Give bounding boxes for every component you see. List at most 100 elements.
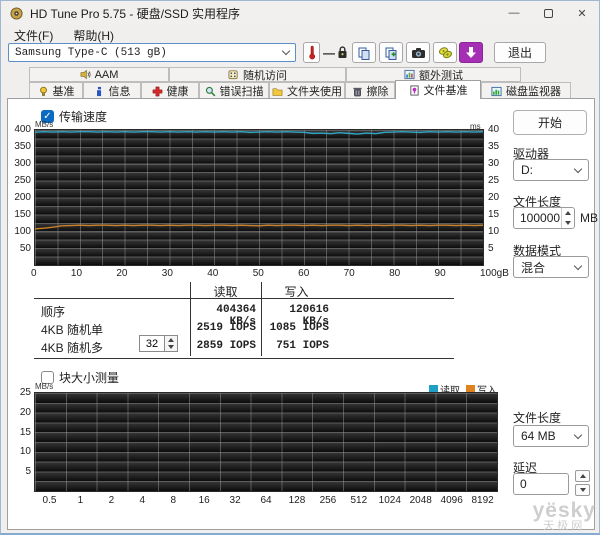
tab-health-label: 健康 (167, 83, 189, 99)
axis-tick: 15 (20, 427, 31, 438)
axis-tick: 0.5 (34, 495, 65, 506)
chart1-xticks: 0102030405060708090100gB (31, 268, 509, 279)
axis-tick: 50 (253, 268, 264, 279)
start-button[interactable]: 开始 (513, 110, 587, 135)
delay-spin-buttons (575, 470, 590, 496)
chart1-yticks-right: 403530252015105 (488, 124, 506, 254)
magnifier-icon (205, 86, 216, 97)
screenshot-button[interactable] (406, 42, 430, 63)
maximize-button[interactable] (531, 1, 565, 25)
table-divider-2 (261, 282, 262, 356)
axis-tick: 20 (116, 268, 127, 279)
arrow-down-icon (580, 488, 586, 492)
axis-tick: 25 (20, 387, 31, 398)
tab-error-scan[interactable]: 错误扫描 (199, 82, 269, 99)
tab-benchmark[interactable]: 基准 (29, 82, 83, 99)
tab-aam-label: AAM (95, 69, 119, 81)
disk-monitor-icon (491, 86, 502, 97)
close-button[interactable]: ✕ (565, 1, 599, 25)
exit-button[interactable]: 退出 (494, 42, 546, 63)
chevron-down-icon (282, 47, 290, 55)
chart2-yticks: 252015105 (7, 387, 31, 477)
minimize-button[interactable]: — (497, 1, 531, 25)
tab-info[interactable]: 信息 (83, 82, 141, 99)
table-bottom-rule (34, 358, 454, 359)
axis-tick: 40 (207, 268, 218, 279)
extra-test-icon (404, 69, 415, 80)
axis-tick: 20 (488, 192, 506, 203)
queue-depth-down-button[interactable] (165, 344, 177, 352)
drive-select[interactable]: D: (513, 159, 589, 181)
chevron-down-icon (574, 164, 582, 172)
tab-random-access[interactable]: 随机访问 (169, 67, 346, 82)
axis-tick: 2 (96, 495, 127, 506)
queue-depth-up-button[interactable] (165, 336, 177, 344)
axis-tick: 100gB (480, 268, 509, 279)
health-cross-icon (152, 86, 163, 97)
file-length2-select[interactable]: 64 MB (513, 425, 589, 447)
block-size-label: 块大小测量 (59, 369, 119, 386)
arrow-down-icon (168, 345, 174, 349)
file-length2-value: 64 MB (521, 429, 556, 443)
4kb-single-read-value: 2519 IOPS (192, 322, 256, 334)
delay-down-button[interactable] (575, 484, 590, 496)
file-length-down-button[interactable] (562, 218, 574, 228)
axis-tick: 2048 (405, 495, 436, 506)
4kb-multi-read-value: 2859 IOPS (192, 340, 256, 352)
copy-add-button[interactable] (379, 42, 403, 63)
block-size-chart (34, 392, 498, 492)
data-mode-select[interactable]: 混合 (513, 256, 589, 278)
menu-help[interactable]: 帮助(H) (70, 26, 117, 45)
dice-icon (228, 69, 239, 80)
disk-icon (438, 46, 453, 59)
tab-folder-usage[interactable]: 文件夹使用 (269, 82, 345, 99)
axis-tick: 16 (189, 495, 220, 506)
title-bar: HD Tune Pro 5.75 - 硬盘/SSD 实用程序 — ✕ (1, 1, 599, 25)
tab-aam[interactable]: AAM (29, 67, 169, 82)
temperature-button[interactable] (303, 42, 320, 63)
download-button[interactable] (459, 42, 483, 63)
thermometer-icon (308, 45, 316, 60)
axis-tick: 20 (20, 407, 31, 418)
file-length-up-button[interactable] (562, 208, 574, 218)
chevron-down-icon (574, 261, 582, 269)
menu-file[interactable]: 文件(F) (11, 26, 56, 45)
tab-disk-monitor[interactable]: 磁盘监视器 (481, 82, 571, 99)
axis-tick: 90 (435, 268, 446, 279)
drive-combobox[interactable]: Samsung Type-C (513 gB) (8, 43, 296, 62)
file-length-spin-buttons (561, 208, 574, 228)
axis-tick: 512 (343, 495, 374, 506)
tab-erase-label: 擦除 (367, 83, 389, 99)
queue-depth-input[interactable] (139, 335, 165, 352)
axis-tick: 250 (14, 175, 31, 186)
axis-tick: 50 (20, 243, 31, 254)
tab-health[interactable]: 健康 (141, 82, 199, 99)
delay-up-button[interactable] (575, 470, 590, 482)
4kb-multi-write-value: 751 IOPS (263, 340, 329, 352)
axis-tick: 400 (14, 124, 31, 135)
copy-text-button[interactable] (352, 42, 376, 63)
file-length-value: 100000 (520, 211, 560, 225)
window-title: HD Tune Pro 5.75 - 硬盘/SSD 实用程序 (30, 5, 240, 22)
tab-file-benchmark[interactable]: 文件基准 (395, 80, 481, 99)
table-divider-1 (190, 282, 191, 356)
queue-depth-spinner (139, 335, 178, 352)
chart1-yticks-left: 40035030025020015010050 (7, 124, 31, 254)
axis-tick: 70 (344, 268, 355, 279)
file-length-spinbox[interactable]: 100000 (513, 207, 575, 229)
axis-tick: 1 (65, 495, 96, 506)
tab-file-benchmark-label: 文件基准 (424, 82, 468, 98)
tab-benchmark-label: 基准 (53, 83, 75, 99)
tab-erase[interactable]: 擦除 (345, 82, 395, 99)
arrow-down-icon (565, 221, 571, 225)
save-results-button[interactable] (433, 42, 457, 63)
camera-icon (411, 47, 426, 59)
drive-select-value: D: (521, 163, 533, 177)
delay-input[interactable]: 0 (513, 473, 569, 495)
start-button-label: 开始 (538, 114, 562, 131)
tab-row-bottom: 基准 信息 健康 错误扫描 文件夹使用 (29, 82, 571, 99)
tab-error-scan-label: 错误扫描 (220, 83, 264, 99)
exit-label: 退出 (508, 44, 532, 61)
axis-tick: 35 (488, 141, 506, 152)
axis-tick: 30 (162, 268, 173, 279)
